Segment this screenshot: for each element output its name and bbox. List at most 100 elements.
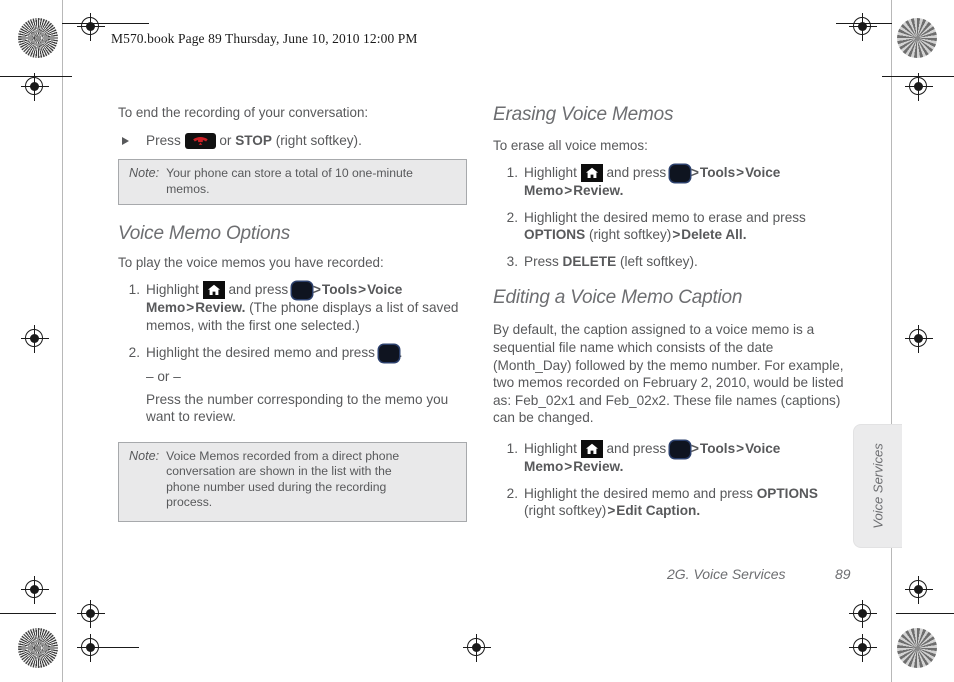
step-number: 2. bbox=[506, 485, 518, 501]
arrow-bullet-icon bbox=[122, 137, 129, 145]
crop-line-mid-left-h bbox=[0, 76, 72, 77]
registration-target-top-left bbox=[77, 13, 105, 41]
navigation-ok-key-icon bbox=[291, 282, 312, 299]
right-column: Erasing Voice Memos To erase all voice m… bbox=[493, 104, 845, 527]
separator-gt: > bbox=[736, 440, 745, 456]
print-star-target-bottom-right bbox=[897, 628, 937, 668]
step-item: 2. Highlight the desired memo to erase a… bbox=[493, 209, 845, 244]
registration-target-bottom-left-crop bbox=[77, 600, 105, 628]
or-label: or bbox=[219, 133, 232, 148]
and-press-label: and press bbox=[228, 282, 289, 297]
left-softkey-note: (left softkey). bbox=[619, 253, 698, 269]
registration-target-mid-right-lower bbox=[905, 576, 933, 604]
chapter-side-tab: Voice Services bbox=[853, 424, 902, 548]
left-intro-text: To end the recording of your conversatio… bbox=[118, 105, 369, 120]
end-call-key-icon bbox=[184, 133, 216, 149]
crop-line-bottom-right-h bbox=[896, 613, 954, 614]
menu-review: Review. bbox=[573, 183, 624, 198]
voice-memo-options-steps: 1. Highlight and press >Tools>Voice Memo… bbox=[118, 281, 470, 426]
step-number: 2. bbox=[506, 209, 518, 225]
footer-chapter-title: 2G. Voice Services bbox=[667, 566, 786, 582]
home-key-icon bbox=[580, 164, 603, 182]
home-key-icon bbox=[202, 281, 225, 299]
stop-softkey-label: STOP bbox=[235, 133, 272, 148]
right-softkey-note: (right softkey) bbox=[588, 227, 672, 243]
separator-gt: > bbox=[564, 458, 573, 474]
crop-line-top-right-h bbox=[836, 23, 892, 24]
registration-target-mid-left-lower bbox=[21, 576, 49, 604]
highlight-label: Highlight bbox=[524, 165, 577, 180]
registration-target-bottom-left bbox=[77, 634, 105, 662]
registration-target-mid-left-center bbox=[21, 325, 49, 353]
separator-gt: > bbox=[186, 300, 195, 315]
registration-target-mid-right-center bbox=[905, 325, 933, 353]
home-key-icon bbox=[580, 439, 603, 458]
side-tab-label: Voice Services bbox=[870, 443, 886, 529]
note-text: Your phone can store a total of 10 one-m… bbox=[166, 166, 413, 196]
navigation-ok-key-icon bbox=[378, 345, 399, 363]
menu-review: Review. bbox=[573, 458, 624, 474]
highlight-label: Highlight bbox=[146, 282, 199, 297]
step-item: 1. Highlight and press >Tools>Voice Memo… bbox=[493, 439, 845, 476]
separator-gt: > bbox=[607, 503, 616, 519]
registration-target-bottom-center bbox=[463, 634, 491, 662]
registration-target-mid-right-upper bbox=[905, 73, 933, 101]
crop-line-bottom-left-h bbox=[0, 613, 56, 614]
separator-gt: > bbox=[672, 227, 681, 243]
step-item: 2. Highlight the desired memo and press … bbox=[118, 344, 470, 426]
step-text: Highlight the desired memo and press bbox=[524, 485, 753, 501]
menu-review: Review. bbox=[195, 300, 246, 315]
right-softkey-note: (right softkey) bbox=[524, 503, 607, 519]
print-star-target-top-right bbox=[897, 18, 937, 58]
right-softkey-note: (right softkey). bbox=[275, 133, 362, 148]
navigation-ok-key-icon bbox=[669, 440, 690, 458]
note-label: Note: bbox=[129, 166, 160, 180]
step-number: 2. bbox=[128, 345, 140, 361]
menu-tools: Tools bbox=[699, 165, 736, 180]
arrow-step-press-stop: Press or STOP (right softkey). bbox=[118, 131, 470, 150]
trim-rule-left bbox=[62, 0, 63, 682]
note-box-memo-limit: Note: Your phone can store a total of 10… bbox=[118, 159, 467, 205]
separator-gt: > bbox=[690, 165, 699, 180]
editing-caption-paragraph: By default, the caption assigned to a vo… bbox=[493, 322, 844, 426]
note-box-direct-phone-memos: Note: Voice Memos recorded from a direct… bbox=[118, 441, 467, 522]
step-number: 1. bbox=[128, 282, 140, 297]
section-heading-voice-memo-options: Voice Memo Options bbox=[118, 223, 291, 244]
right-lead-text: To erase all voice memos: bbox=[493, 138, 648, 153]
registration-target-bottom-right bbox=[849, 634, 877, 662]
footer-page-number: 89 bbox=[835, 566, 851, 582]
menu-edit-caption: Edit Caption. bbox=[616, 503, 701, 519]
registration-target-bottom-right-crop bbox=[849, 600, 877, 628]
crop-line-bottom-left-h2 bbox=[91, 647, 139, 648]
section-heading-editing-caption: Editing a Voice Memo Caption bbox=[493, 287, 743, 309]
registration-target-top-right bbox=[849, 13, 877, 41]
step2-text: Highlight the desired memo and press bbox=[146, 345, 375, 361]
options-softkey-label: OPTIONS bbox=[756, 485, 818, 501]
step-text: Highlight the desired memo to erase and … bbox=[524, 209, 806, 225]
highlight-label: Highlight bbox=[524, 440, 577, 456]
step-item: 1. Highlight and press >Tools>Voice Memo… bbox=[493, 164, 845, 200]
print-star-target-top-left bbox=[18, 18, 58, 58]
separator-gt: > bbox=[564, 183, 573, 198]
alternative-separator: – or – bbox=[146, 369, 181, 385]
menu-tools: Tools bbox=[699, 440, 736, 456]
running-head-rule bbox=[83, 23, 149, 24]
press-label: Press bbox=[524, 253, 559, 269]
crop-line-mid-right-h bbox=[882, 76, 954, 77]
and-press-label: and press bbox=[606, 440, 667, 456]
section-heading-erasing-voice-memos: Erasing Voice Memos bbox=[493, 104, 674, 125]
step-item: 2. Highlight the desired memo and press … bbox=[493, 485, 845, 520]
menu-tools: Tools bbox=[321, 282, 358, 297]
separator-gt: > bbox=[312, 282, 321, 297]
step-item: 3. Press DELETE (left softkey). bbox=[493, 253, 845, 271]
separator-gt: > bbox=[358, 282, 367, 297]
print-star-target-bottom-left bbox=[18, 628, 58, 668]
separator-gt: > bbox=[690, 440, 699, 456]
step-item: 1. Highlight and press >Tools>Voice Memo… bbox=[118, 281, 470, 334]
erasing-voice-memos-steps: 1. Highlight and press >Tools>Voice Memo… bbox=[493, 164, 845, 270]
alternative-instruction: Press the number corresponding to the me… bbox=[146, 391, 449, 425]
note-text: Voice Memos recorded from a direct phone… bbox=[166, 448, 400, 510]
note-label: Note: bbox=[129, 448, 160, 463]
step-number: 1. bbox=[506, 440, 518, 456]
options-softkey-label: OPTIONS bbox=[524, 227, 586, 243]
